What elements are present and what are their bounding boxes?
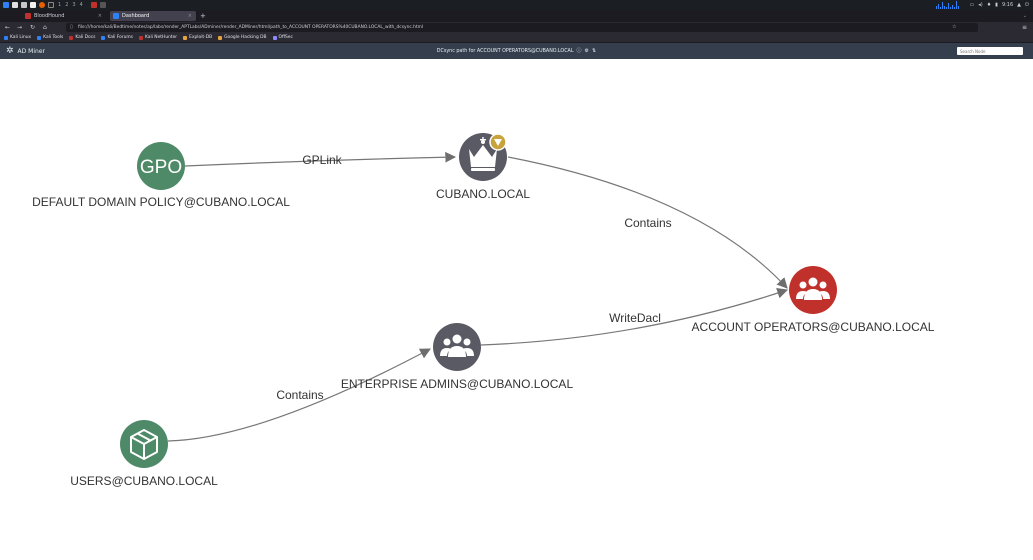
bookmark-item[interactable]: Kali Forums xyxy=(101,35,133,40)
workspace-2[interactable]: 2 xyxy=(65,0,68,10)
forward-arrow-icon[interactable]: → xyxy=(17,22,22,33)
cpu-graph xyxy=(936,1,960,9)
browser-tab-bar: BloodHound × Dashboard × + ⌄ xyxy=(0,10,1033,22)
power-icon[interactable]: ⏻ xyxy=(1025,2,1029,8)
graph-canvas[interactable]: GPO DEFAULT DOMAIN POLICY@CUBANO.LOCAL C… xyxy=(0,59,1033,560)
page-title-text: DCsync path for ACCOUNT OPERATORS@CUBANO… xyxy=(436,49,574,54)
display-icon[interactable]: ▭ xyxy=(969,2,974,8)
page-title: DCsync path for ACCOUNT OPERATORS@CUBANO… xyxy=(0,43,1033,60)
node-enterprise-admins[interactable] xyxy=(433,323,481,371)
tab-dashboard[interactable]: Dashboard × xyxy=(110,11,196,21)
firefox-icon[interactable] xyxy=(39,2,45,8)
edge-label-contains-users: Contains xyxy=(276,388,324,402)
bookmark-item[interactable]: Google Hacking DB xyxy=(218,35,267,40)
dashboard-favicon-icon xyxy=(113,13,119,19)
files-icon[interactable] xyxy=(12,2,18,8)
battery-icon[interactable]: ▮ xyxy=(995,2,998,8)
terminal-icon[interactable] xyxy=(21,2,27,8)
gpo-text-icon: GPO xyxy=(140,157,182,178)
tab-label: BloodHound xyxy=(34,13,65,19)
back-arrow-icon[interactable]: ← xyxy=(5,22,10,33)
ghdb-icon xyxy=(218,35,223,40)
kali-icon xyxy=(37,35,42,40)
workspace-4[interactable]: 4 xyxy=(80,0,83,10)
bookmark-item[interactable]: OffSec xyxy=(272,35,293,40)
search-node-input[interactable] xyxy=(957,47,1023,55)
app-icon[interactable] xyxy=(99,2,106,8)
close-tab-icon[interactable]: × xyxy=(98,11,102,21)
tab-label: Dashboard xyxy=(122,13,150,19)
bookmark-item[interactable]: Kali Tools xyxy=(37,35,63,40)
bell-icon[interactable]: ♦ xyxy=(987,2,991,8)
clock[interactable]: 9:16 xyxy=(1002,2,1013,8)
node-label-enterprise-admins: ENTERPRISE ADMINS@CUBANO.LOCAL xyxy=(340,377,574,391)
bookmarks-bar: Kali Linux Kali Tools Kali Docs Kali For… xyxy=(0,33,1033,43)
url-bar[interactable]: ▯ file:///home/kali/Bedtime/notes/ap/lab… xyxy=(66,23,978,32)
lock-icon[interactable]: ▲ xyxy=(1017,2,1021,8)
node-domain[interactable] xyxy=(459,133,507,181)
hierarchy-icon[interactable]: ⇅ xyxy=(592,48,596,54)
tab-bloodhound[interactable]: BloodHound × xyxy=(22,11,106,21)
bloodhound-favicon-icon xyxy=(25,13,31,19)
node-account-operators[interactable] xyxy=(789,266,837,314)
bookmark-item[interactable]: Kali Docs xyxy=(69,35,95,40)
node-label-users: USERS@CUBANO.LOCAL xyxy=(70,474,218,488)
node-users[interactable] xyxy=(120,420,168,468)
node-gpo[interactable]: GPO xyxy=(137,142,185,190)
bookmark-item[interactable]: Kali NetHunter xyxy=(138,35,177,40)
info-icon[interactable]: ⓘ xyxy=(577,48,582,54)
reload-icon[interactable]: ↻ xyxy=(30,22,35,33)
tab-list-chevron-icon[interactable]: ⌄ xyxy=(1023,10,1027,22)
file-icon: ▯ xyxy=(70,24,73,30)
terminal-icon[interactable] xyxy=(48,2,54,8)
url-text: file:///home/kali/Bedtime/notes/ap/labs/… xyxy=(78,25,424,30)
edge-label-writedacl: WriteDacl xyxy=(609,311,661,325)
volume-icon[interactable]: ◂) xyxy=(978,2,982,8)
new-tab-button[interactable]: + xyxy=(200,10,206,22)
app-header: ✲ AD Miner DCsync path for ACCOUNT OPERA… xyxy=(0,43,1033,59)
kali-icon xyxy=(4,35,8,40)
bookmark-star-icon[interactable]: ☆ xyxy=(952,22,956,33)
close-tab-icon[interactable]: × xyxy=(188,11,192,21)
app-icon[interactable] xyxy=(90,2,97,8)
exploit-icon xyxy=(183,35,188,40)
browser-nav-bar: ← → ↻ ⌂ ▯ file:///home/kali/Bedtime/note… xyxy=(0,22,1033,33)
node-label-domain: CUBANO.LOCAL xyxy=(435,187,531,201)
home-icon[interactable]: ⌂ xyxy=(43,22,47,33)
browser-menu-icon[interactable]: ≡ xyxy=(1022,22,1027,33)
kali-icon xyxy=(69,35,74,40)
kali-icon xyxy=(101,35,106,40)
settings-icon[interactable]: ⚙ xyxy=(585,48,589,54)
bookmark-item[interactable]: Exploit-DB xyxy=(183,35,212,40)
editor-icon[interactable] xyxy=(30,2,36,8)
bookmark-item[interactable]: Kali Linux xyxy=(4,35,31,40)
edge-label-contains-domain: Contains xyxy=(624,216,672,230)
node-label-account-operators: ACCOUNT OPERATORS@CUBANO.LOCAL xyxy=(691,320,935,334)
os-top-panel: 1 2 3 4 ▭ ◂) ♦ ▮ 9:16 ▲ ⏻ xyxy=(0,0,1033,10)
node-label-gpo: DEFAULT DOMAIN POLICY@CUBANO.LOCAL xyxy=(32,195,290,209)
workspace-1[interactable]: 1 xyxy=(58,0,61,10)
menu-icon[interactable] xyxy=(3,2,9,8)
system-tray: ▭ ◂) ♦ ▮ 9:16 ▲ ⏻ xyxy=(936,0,1029,10)
edge-label-gplink: GPLink xyxy=(302,153,342,167)
offsec-icon xyxy=(272,35,277,40)
kali-icon xyxy=(138,35,143,40)
workspace-3[interactable]: 3 xyxy=(72,0,75,10)
